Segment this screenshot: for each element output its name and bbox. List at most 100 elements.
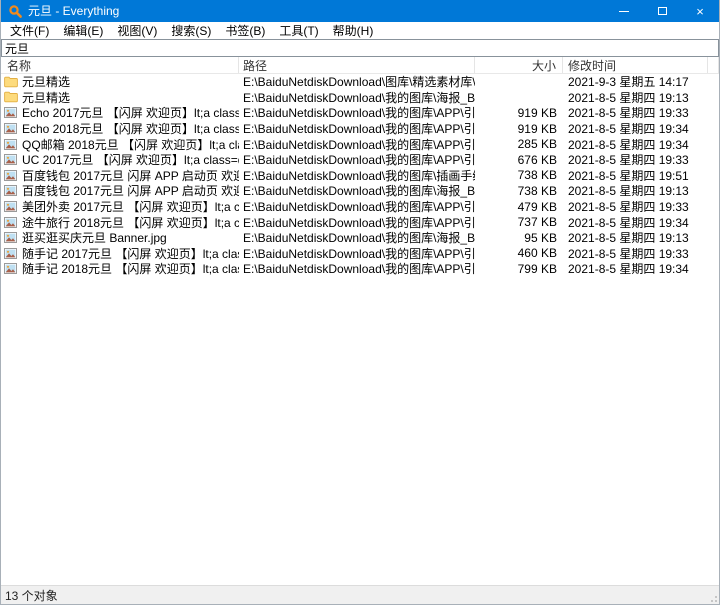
image-icon [4,154,18,166]
image-icon [4,201,18,213]
file-path: E:\BaiduNetdiskDownload\我的图库\海报_Banner_系… [239,229,475,246]
file-size: 737 KB [475,215,563,229]
file-name-cell: 逛买逛买庆元旦 Banner.jpg [1,229,239,246]
file-name-cell: 百度钱包 2017元旦 闪屏 APP 启动页 欢迎页 引导页 ... [1,167,239,184]
file-name: Echo 2017元旦 【闪屏 欢迎页】lt;a class=quot;.jpg [22,104,239,121]
file-path: E:\BaiduNetdiskDownload\我的图库\APP\引导页 [239,245,475,262]
file-path: E:\BaiduNetdiskDownload\我的图库\APP\引导页 [239,198,475,215]
list-header: 名称 路径 大小 修改时间 [1,57,719,74]
resize-grip-icon[interactable] [707,592,717,602]
column-header-size[interactable]: 大小 [475,57,563,73]
file-name: Echo 2018元旦 【闪屏 欢迎页】lt;a class=quot;.jpg [22,120,239,137]
folder-icon [4,91,18,103]
menu-edit[interactable]: 编辑(E) [56,21,110,40]
status-bar: 13 个对象 [1,585,719,604]
search-input[interactable] [1,39,719,57]
file-name: 百度钱包 2017元旦 闪屏 APP 启动页 欢迎页 引导页 ... [22,167,239,184]
image-icon [4,185,18,197]
image-icon [4,263,18,275]
maximize-button[interactable] [643,0,681,22]
close-button[interactable]: × [681,0,719,22]
table-row[interactable]: 随手记 2017元旦 【闪屏 欢迎页】lt;a class=quot;t.j..… [1,246,719,262]
image-icon [4,107,18,119]
file-name: 途牛旅行 2018元旦 【闪屏 欢迎页】lt;a class=quot;,... [22,214,239,231]
image-icon [4,247,18,259]
file-modified: 2021-8-5 星期四 19:51 [563,167,708,184]
status-object-count: 13 个对象 [5,587,58,604]
file-path: E:\BaiduNetdiskDownload\我的图库\海报_Banner_系 [239,89,475,106]
file-path: E:\BaiduNetdiskDownload\我的图库\海报_Banner_系… [239,182,475,199]
menu-tools[interactable]: 工具(T) [272,21,325,40]
file-modified: 2021-8-5 星期四 19:34 [563,214,708,231]
file-name: 百度钱包 2017元旦 闪屏 APP 启动页 欢迎页 引导页 ... [22,182,239,199]
menu-view[interactable]: 视图(V) [110,21,164,40]
menu-search[interactable]: 搜索(S) [164,21,218,40]
file-modified: 2021-8-5 星期四 19:34 [563,120,708,137]
file-name-cell: UC 2017元旦 【闪屏 欢迎页】lt;a class=quot;te.jpg [1,151,239,168]
file-name-cell: QQ邮箱 2018元旦 【闪屏 欢迎页】lt;a class=quot;.j..… [1,136,239,153]
table-row[interactable]: 百度钱包 2017元旦 闪屏 APP 启动页 欢迎页 引导页 ... E:\Ba… [1,168,719,184]
table-row[interactable]: 元旦精选 E:\BaiduNetdiskDownload\图库\精选素材库\精选… [1,74,719,90]
file-modified: 2021-8-5 星期四 19:33 [563,245,708,262]
close-icon: × [696,5,704,18]
file-modified: 2021-8-5 星期四 19:34 [563,136,708,153]
table-row[interactable]: 逛买逛买庆元旦 Banner.jpg E:\BaiduNetdiskDownlo… [1,230,719,246]
image-icon [4,123,18,135]
file-name-cell: 百度钱包 2017元旦 闪屏 APP 启动页 欢迎页 引导页 ... [1,182,239,199]
caption-buttons: × [605,0,719,22]
file-name: 随手记 2018元旦 【闪屏 欢迎页】lt;a class=quot;t.j..… [22,260,239,277]
file-modified: 2021-8-5 星期四 19:13 [563,89,708,106]
file-list: 元旦精选 E:\BaiduNetdiskDownload\图库\精选素材库\精选… [1,74,719,277]
file-name-cell: 元旦精选 [1,89,239,106]
table-row[interactable]: 随手记 2018元旦 【闪屏 欢迎页】lt;a class=quot;t.j..… [1,261,719,277]
file-size: 919 KB [475,122,563,136]
column-header-path[interactable]: 路径 [239,57,475,73]
file-size: 479 KB [475,200,563,214]
file-name: 美团外卖 2017元旦 【闪屏 欢迎页】lt;a class=quot;,... [22,198,239,215]
app-magnifier-icon [8,4,23,19]
file-path: E:\BaiduNetdiskDownload\我的图库\APP\引导页 [239,104,475,121]
table-row[interactable]: QQ邮箱 2018元旦 【闪屏 欢迎页】lt;a class=quot;.j..… [1,136,719,152]
menu-help[interactable]: 帮助(H) [326,21,381,40]
file-modified: 2021-8-5 星期四 19:33 [563,198,708,215]
table-row[interactable]: 美团外卖 2017元旦 【闪屏 欢迎页】lt;a class=quot;,...… [1,199,719,215]
table-row[interactable]: UC 2017元旦 【闪屏 欢迎页】lt;a class=quot;te.jpg… [1,152,719,168]
titlebar: 元旦 - Everything × [1,0,719,22]
file-name-cell: 途牛旅行 2018元旦 【闪屏 欢迎页】lt;a class=quot;,... [1,214,239,231]
file-name-cell: 随手记 2018元旦 【闪屏 欢迎页】lt;a class=quot;t.j..… [1,260,239,277]
menu-bar: 文件(F) 编辑(E) 视图(V) 搜索(S) 书签(B) 工具(T) 帮助(H… [1,22,719,39]
file-path: E:\BaiduNetdiskDownload\我的图库\APP\引导页 [239,214,475,231]
table-row[interactable]: 途牛旅行 2018元旦 【闪屏 欢迎页】lt;a class=quot;,...… [1,214,719,230]
column-header-modified[interactable]: 修改时间 [563,57,708,73]
column-header-name[interactable]: 名称 [1,57,239,73]
image-icon [4,138,18,150]
file-name: 逛买逛买庆元旦 Banner.jpg [22,229,167,246]
file-name: UC 2017元旦 【闪屏 欢迎页】lt;a class=quot;te.jpg [22,151,239,168]
menu-bookmarks[interactable]: 书签(B) [218,21,272,40]
file-path: E:\BaiduNetdiskDownload\我的图库\APP\引导页 [239,260,475,277]
table-row[interactable]: Echo 2017元旦 【闪屏 欢迎页】lt;a class=quot;.jpg… [1,105,719,121]
table-row[interactable]: 百度钱包 2017元旦 闪屏 APP 启动页 欢迎页 引导页 ... E:\Ba… [1,183,719,199]
everything-window: 元旦 - Everything × 文件(F) 编辑(E) 视图(V) 搜索(S… [0,0,720,605]
table-row[interactable]: Echo 2018元旦 【闪屏 欢迎页】lt;a class=quot;.jpg… [1,121,719,137]
file-name: 元旦精选 [22,89,70,106]
file-modified: 2021-8-5 星期四 19:13 [563,182,708,199]
file-path: E:\BaiduNetdiskDownload\我的图库\APP\引导页 [239,120,475,137]
file-modified: 2021-8-5 星期四 19:13 [563,229,708,246]
file-size: 285 KB [475,137,563,151]
file-size: 460 KB [475,246,563,260]
file-path: E:\BaiduNetdiskDownload\我的图库\APP\引导页 [239,136,475,153]
file-path: E:\BaiduNetdiskDownload\图库\精选素材库\精选素材... [239,73,475,90]
minimize-button[interactable] [605,0,643,22]
menu-file[interactable]: 文件(F) [3,21,56,40]
file-name-cell: 元旦精选 [1,73,239,90]
table-row[interactable]: 元旦精选 E:\BaiduNetdiskDownload\我的图库\海报_Ban… [1,90,719,106]
file-modified: 2021-9-3 星期五 14:17 [563,73,708,90]
file-size: 919 KB [475,106,563,120]
image-icon [4,216,18,228]
file-path: E:\BaiduNetdiskDownload\我的图库\APP\引导页 [239,151,475,168]
file-modified: 2021-8-5 星期四 19:33 [563,104,708,121]
file-size: 676 KB [475,153,563,167]
file-name: 元旦精选 [22,73,70,90]
folder-icon [4,76,18,88]
